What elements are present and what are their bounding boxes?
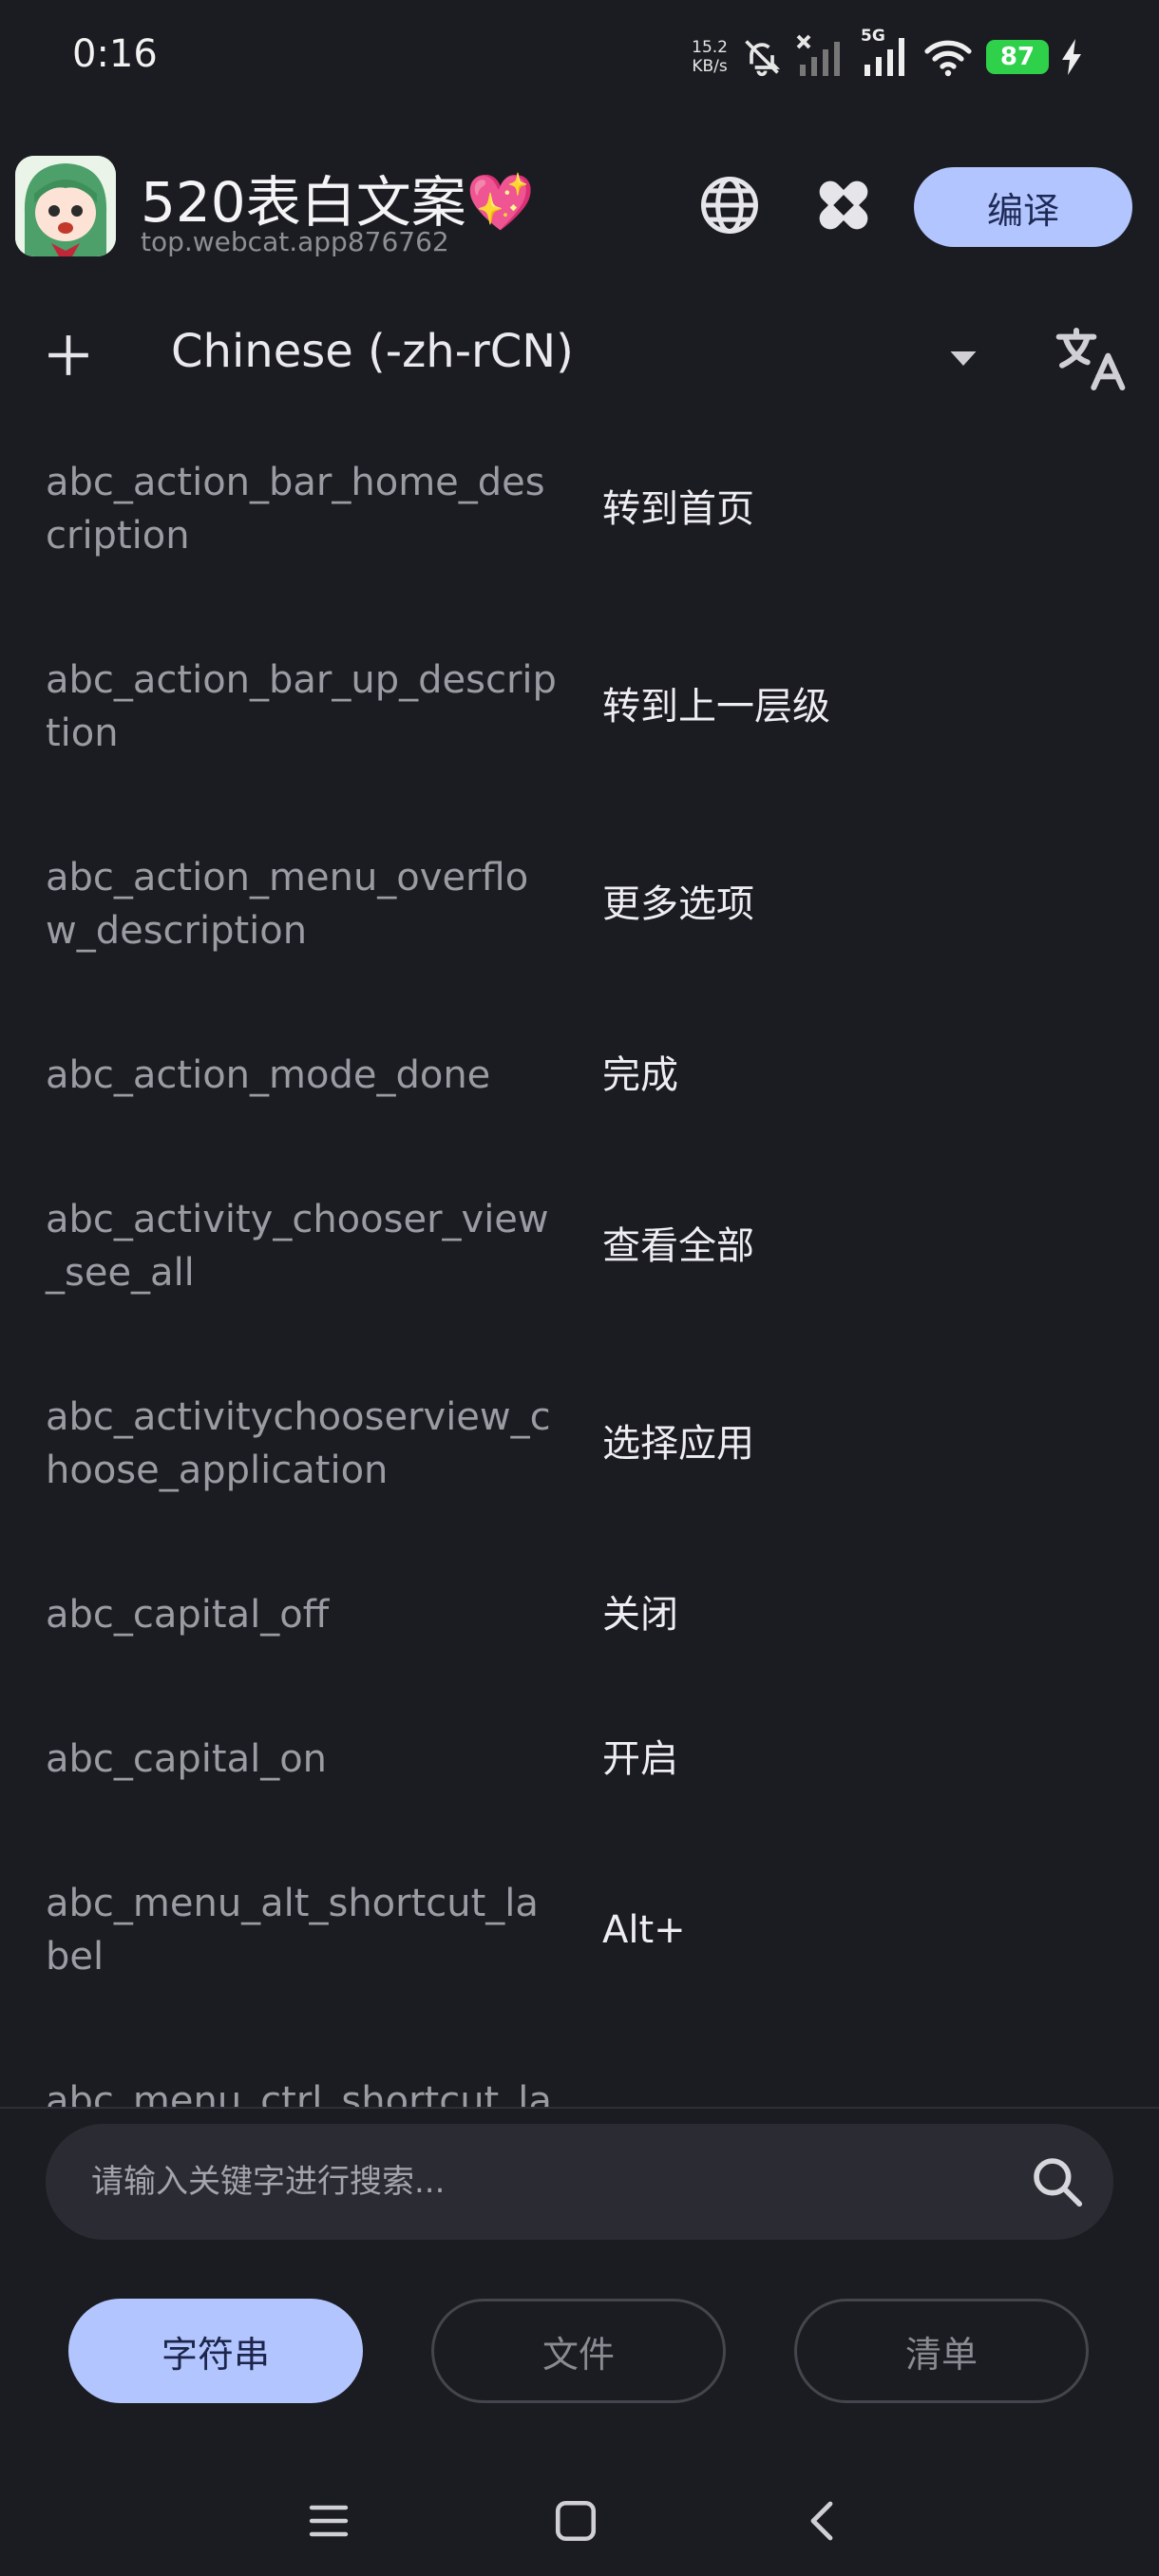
nav-home-button[interactable] (538, 2483, 614, 2559)
string-value: 更多选项 (602, 882, 754, 926)
network-speed-unit: KB/s (692, 57, 728, 76)
tab-strings[interactable]: 字符串 (68, 2299, 363, 2403)
plus-icon (48, 335, 88, 375)
string-key: abc_action_bar_home_description (46, 461, 545, 558)
string-key: abc_action_menu_overflow_description (46, 856, 529, 953)
string-value: 完成 (602, 1053, 678, 1097)
compile-button[interactable]: 编译 (914, 167, 1132, 247)
battery-level: 87 (986, 40, 1049, 74)
string-key: abc_menu_ctrl_shortcut_label (46, 2079, 552, 2109)
app-header: 520表白文案💖 top.webcat.app876762 编译 (0, 142, 1159, 266)
string-key: abc_capital_off (46, 1593, 330, 1637)
string-value: 查看全部 (602, 1224, 754, 1268)
tab-files[interactable]: 文件 (431, 2299, 726, 2403)
wifi-icon (923, 36, 973, 78)
signal-5g-icon: 5G (861, 27, 910, 80)
network-speed: 15.2 KB/s (692, 38, 728, 76)
string-value: 转到首页 (602, 487, 754, 531)
signal-nosim-icon (796, 34, 847, 80)
status-time: 0:16 (72, 32, 158, 76)
network-speed-value: 15.2 (692, 38, 728, 57)
translate-icon[interactable] (1053, 321, 1129, 397)
system-nav-bar (0, 2470, 1159, 2576)
app-avatar (15, 156, 116, 256)
tab-manifest[interactable]: 清单 (794, 2299, 1089, 2403)
string-value: 选择应用 (602, 1422, 754, 1466)
string-key: abc_menu_alt_shortcut_label (46, 1882, 539, 1979)
string-value: Alt+ (602, 1908, 686, 1952)
search-input[interactable] (91, 2156, 994, 2207)
menu-icon (309, 2505, 349, 2537)
string-key: abc_action_bar_up_description (46, 658, 557, 755)
dropdown-arrow-icon[interactable] (946, 340, 980, 374)
search-icon[interactable] (1028, 2152, 1087, 2211)
network-type-label: 5G (861, 27, 885, 46)
bandage-icon (819, 180, 868, 230)
package-name: top.webcat.app876762 (141, 226, 449, 257)
language-selector[interactable]: Chinese (-zh-rCN) (171, 325, 574, 378)
nav-menu-button[interactable] (291, 2483, 367, 2559)
add-language-button[interactable] (34, 321, 103, 389)
home-square-icon (555, 2500, 597, 2542)
string-key: abc_action_mode_done (46, 1053, 491, 1097)
list-divider (0, 2107, 1159, 2109)
status-icons: 15.2 KB/s 5G 87 (692, 27, 1083, 85)
string-value: 转到上一层级 (602, 685, 830, 729)
bell-muted-icon (741, 36, 783, 78)
string-value: 开启 (602, 1737, 678, 1781)
nav-back-button[interactable] (785, 2483, 861, 2559)
string-list: abc_action_bar_home_description 转到首页 abc… (0, 418, 1159, 2109)
search-bar (46, 2124, 1113, 2240)
language-row: Chinese (-zh-rCN) (0, 304, 1159, 408)
string-key: abc_activity_chooser_view_see_all (46, 1198, 549, 1295)
charging-icon (1062, 39, 1083, 75)
patch-button[interactable] (809, 171, 878, 239)
string-key: abc_activitychooserview_choose_applicati… (46, 1395, 551, 1492)
globe-button[interactable] (695, 171, 764, 239)
string-value: 关闭 (602, 1593, 678, 1637)
status-bar: 0:16 15.2 KB/s 5G 87 (0, 0, 1159, 114)
back-chevron-icon (810, 2501, 833, 2541)
string-key: abc_capital_on (46, 1737, 328, 1781)
globe-icon (701, 177, 758, 234)
